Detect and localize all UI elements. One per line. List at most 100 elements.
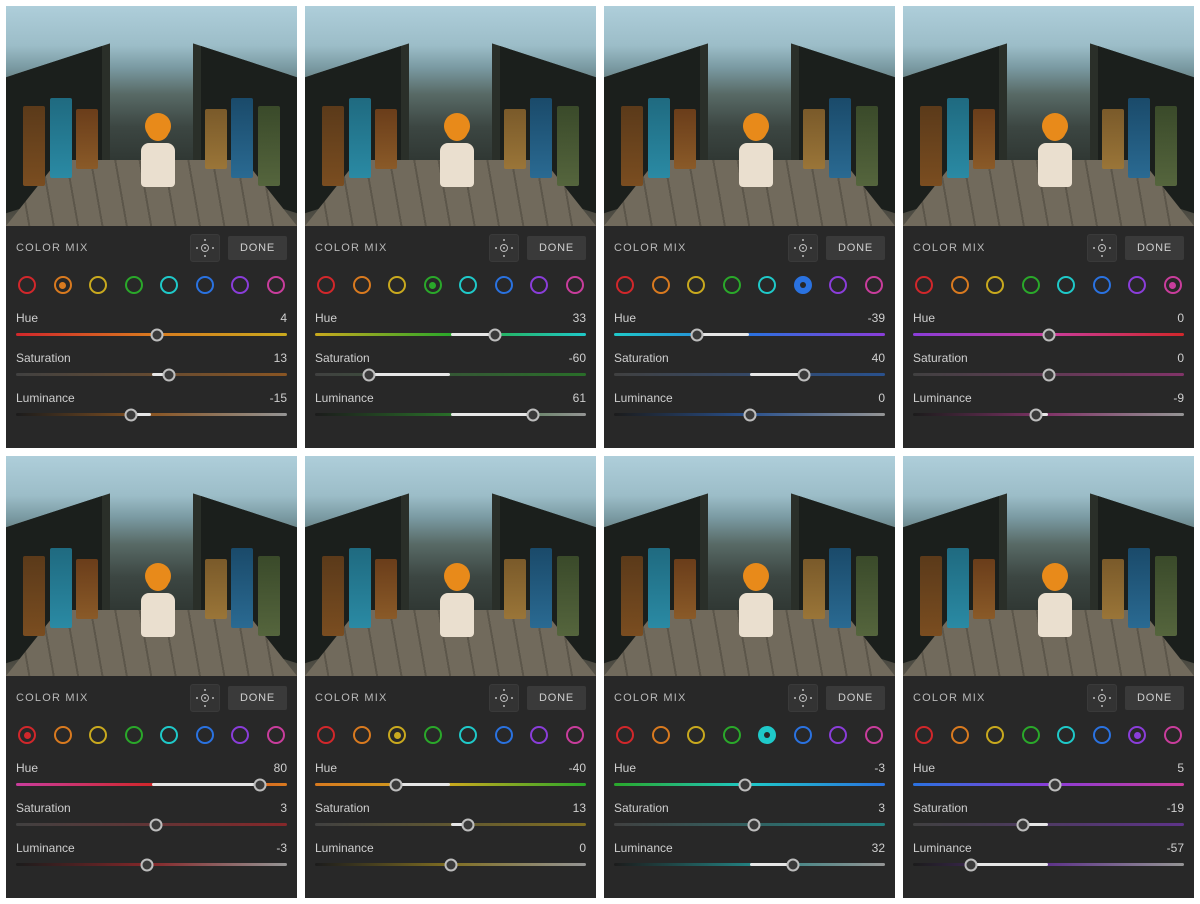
- luminance-knob[interactable]: [786, 858, 799, 871]
- color-swatch-red[interactable]: [616, 726, 634, 744]
- color-swatch-orange[interactable]: [951, 276, 969, 294]
- color-swatch-green[interactable]: [723, 726, 741, 744]
- saturation-slider[interactable]: [614, 373, 885, 376]
- target-adjust-button[interactable]: [788, 684, 818, 712]
- saturation-slider[interactable]: [913, 823, 1184, 826]
- done-button[interactable]: DONE: [527, 236, 586, 260]
- luminance-knob[interactable]: [1030, 408, 1043, 421]
- luminance-knob[interactable]: [743, 408, 756, 421]
- color-swatch-blue[interactable]: [196, 726, 214, 744]
- color-swatch-purple[interactable]: [530, 276, 548, 294]
- color-swatch-red[interactable]: [317, 276, 335, 294]
- color-swatch-blue[interactable]: [495, 276, 513, 294]
- color-swatch-aqua[interactable]: [758, 276, 776, 294]
- color-swatch-yellow[interactable]: [687, 726, 705, 744]
- done-button[interactable]: DONE: [228, 236, 287, 260]
- color-swatch-blue[interactable]: [1093, 726, 1111, 744]
- color-swatch-green[interactable]: [723, 276, 741, 294]
- color-swatch-green[interactable]: [1022, 726, 1040, 744]
- color-swatch-red[interactable]: [616, 276, 634, 294]
- color-swatch-orange[interactable]: [54, 276, 72, 294]
- color-swatch-purple[interactable]: [1128, 276, 1146, 294]
- color-swatch-blue[interactable]: [495, 726, 513, 744]
- color-swatch-orange[interactable]: [652, 276, 670, 294]
- luminance-knob[interactable]: [125, 408, 138, 421]
- color-swatch-magenta[interactable]: [865, 276, 883, 294]
- done-button[interactable]: DONE: [1125, 236, 1184, 260]
- done-button[interactable]: DONE: [527, 686, 586, 710]
- color-swatch-yellow[interactable]: [388, 276, 406, 294]
- hue-knob[interactable]: [1049, 778, 1062, 791]
- saturation-slider[interactable]: [614, 823, 885, 826]
- color-swatch-orange[interactable]: [353, 276, 371, 294]
- hue-slider[interactable]: [614, 783, 885, 786]
- done-button[interactable]: DONE: [1125, 686, 1184, 710]
- color-swatch-aqua[interactable]: [160, 276, 178, 294]
- color-swatch-green[interactable]: [125, 726, 143, 744]
- color-swatch-red[interactable]: [317, 726, 335, 744]
- hue-slider[interactable]: [913, 783, 1184, 786]
- luminance-slider[interactable]: [16, 863, 287, 866]
- target-adjust-button[interactable]: [1087, 234, 1117, 262]
- color-swatch-purple[interactable]: [231, 276, 249, 294]
- target-adjust-button[interactable]: [190, 234, 220, 262]
- luminance-slider[interactable]: [315, 863, 586, 866]
- color-swatch-aqua[interactable]: [758, 726, 776, 744]
- color-swatch-orange[interactable]: [353, 726, 371, 744]
- hue-slider[interactable]: [315, 783, 586, 786]
- luminance-slider[interactable]: [913, 863, 1184, 866]
- color-swatch-red[interactable]: [18, 726, 36, 744]
- saturation-knob[interactable]: [363, 368, 376, 381]
- hue-knob[interactable]: [390, 778, 403, 791]
- color-swatch-green[interactable]: [424, 726, 442, 744]
- color-swatch-aqua[interactable]: [1057, 276, 1075, 294]
- color-swatch-green[interactable]: [1022, 276, 1040, 294]
- color-swatch-red[interactable]: [18, 276, 36, 294]
- color-swatch-purple[interactable]: [530, 726, 548, 744]
- hue-slider[interactable]: [913, 333, 1184, 336]
- done-button[interactable]: DONE: [826, 686, 885, 710]
- color-swatch-magenta[interactable]: [566, 726, 584, 744]
- color-swatch-red[interactable]: [915, 726, 933, 744]
- color-swatch-magenta[interactable]: [1164, 726, 1182, 744]
- target-adjust-button[interactable]: [1087, 684, 1117, 712]
- color-swatch-magenta[interactable]: [865, 726, 883, 744]
- done-button[interactable]: DONE: [826, 236, 885, 260]
- saturation-slider[interactable]: [315, 373, 586, 376]
- color-swatch-yellow[interactable]: [89, 276, 107, 294]
- color-swatch-yellow[interactable]: [986, 276, 1004, 294]
- hue-knob[interactable]: [253, 778, 266, 791]
- saturation-knob[interactable]: [149, 818, 162, 831]
- hue-slider[interactable]: [315, 333, 586, 336]
- luminance-knob[interactable]: [527, 408, 540, 421]
- color-swatch-yellow[interactable]: [388, 726, 406, 744]
- saturation-knob[interactable]: [1016, 818, 1029, 831]
- hue-slider[interactable]: [16, 783, 287, 786]
- color-swatch-aqua[interactable]: [459, 726, 477, 744]
- saturation-knob[interactable]: [163, 368, 176, 381]
- luminance-knob[interactable]: [141, 858, 154, 871]
- color-swatch-green[interactable]: [424, 276, 442, 294]
- color-swatch-blue[interactable]: [794, 276, 812, 294]
- saturation-slider[interactable]: [315, 823, 586, 826]
- color-swatch-magenta[interactable]: [566, 276, 584, 294]
- color-swatch-blue[interactable]: [794, 726, 812, 744]
- color-swatch-orange[interactable]: [54, 726, 72, 744]
- saturation-slider[interactable]: [16, 823, 287, 826]
- hue-knob[interactable]: [1042, 328, 1055, 341]
- luminance-slider[interactable]: [315, 413, 586, 416]
- luminance-slider[interactable]: [913, 413, 1184, 416]
- color-swatch-red[interactable]: [915, 276, 933, 294]
- luminance-slider[interactable]: [614, 413, 885, 416]
- color-swatch-blue[interactable]: [1093, 276, 1111, 294]
- hue-knob[interactable]: [690, 328, 703, 341]
- hue-knob[interactable]: [489, 328, 502, 341]
- target-adjust-button[interactable]: [489, 684, 519, 712]
- saturation-slider[interactable]: [16, 373, 287, 376]
- saturation-knob[interactable]: [797, 368, 810, 381]
- color-swatch-yellow[interactable]: [687, 276, 705, 294]
- color-swatch-yellow[interactable]: [986, 726, 1004, 744]
- luminance-knob[interactable]: [965, 858, 978, 871]
- color-swatch-magenta[interactable]: [1164, 276, 1182, 294]
- color-swatch-orange[interactable]: [951, 726, 969, 744]
